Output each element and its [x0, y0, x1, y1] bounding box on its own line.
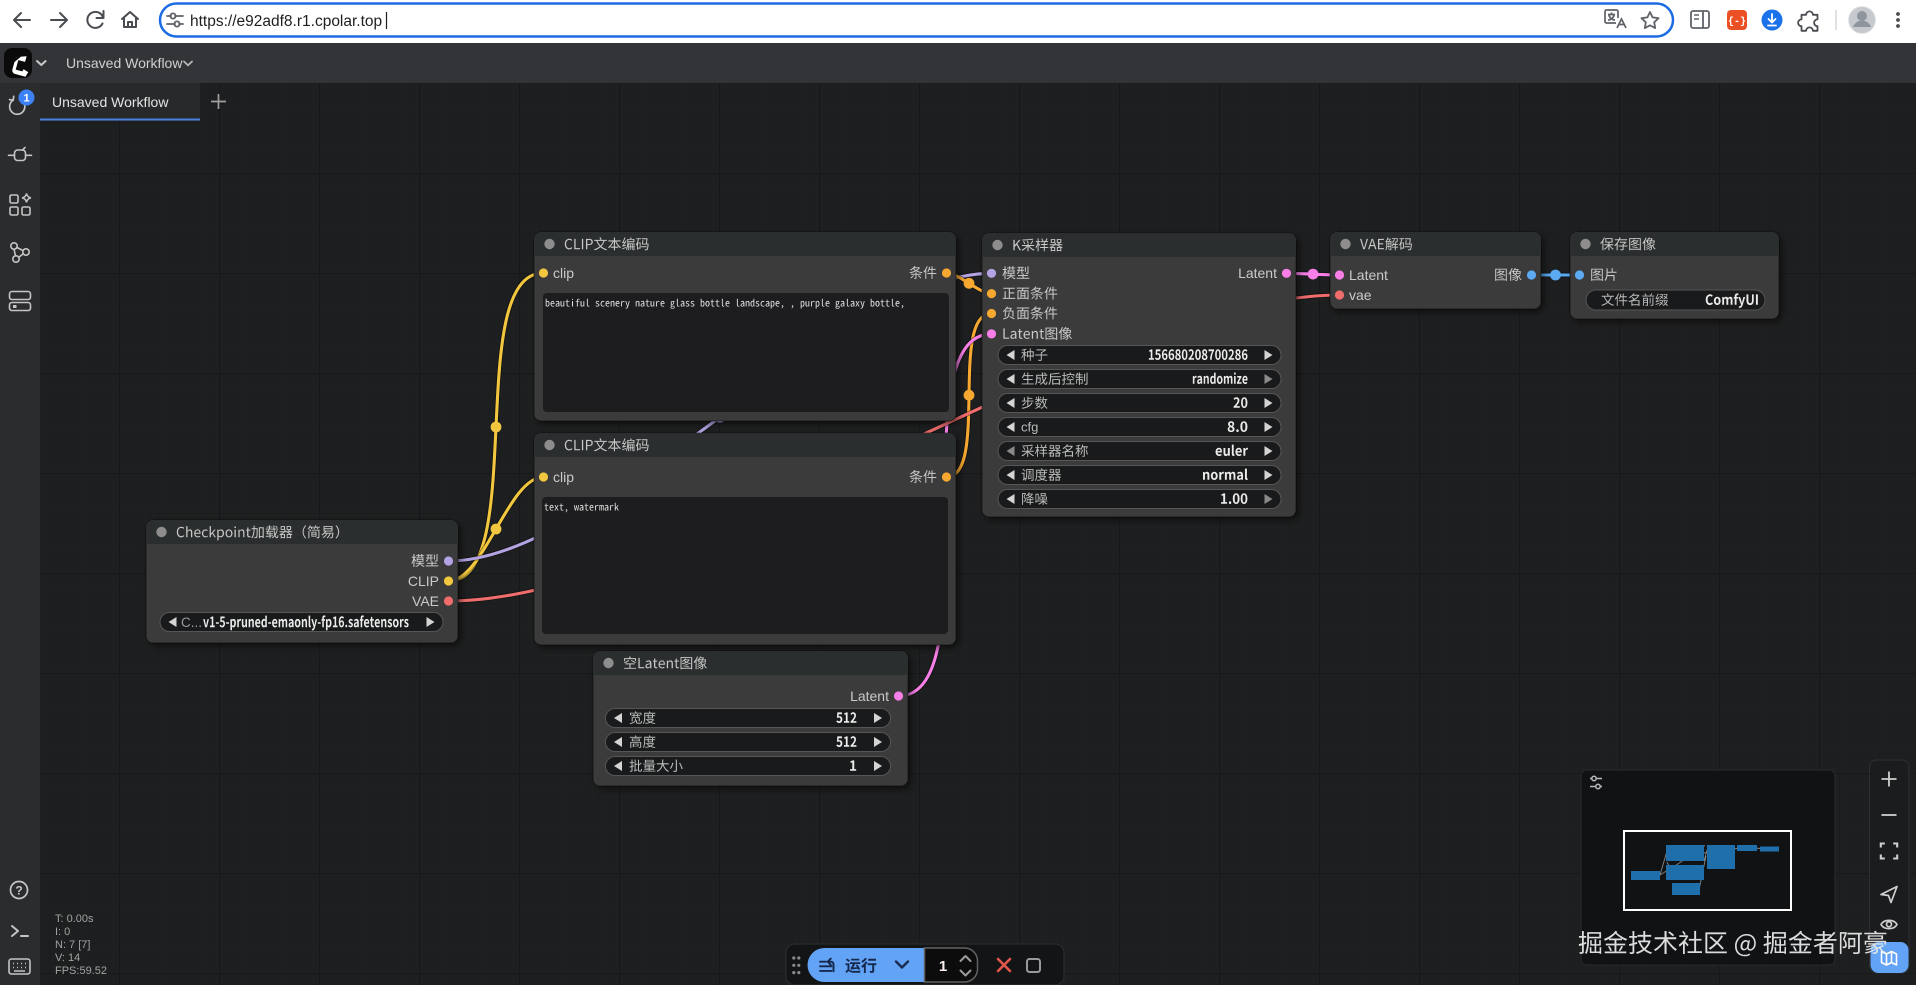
svg-text:1: 1 — [23, 93, 29, 105]
svg-text:N: 7 [7]: N: 7 [7] — [55, 939, 90, 951]
svg-text:FPS:59.52: FPS:59.52 — [55, 965, 107, 977]
svg-text:T: 0.00s: T: 0.00s — [55, 913, 94, 925]
svg-text:1: 1 — [939, 958, 947, 975]
svg-text:vae: vae — [1349, 287, 1372, 303]
svg-text:Latent: Latent — [1238, 265, 1277, 281]
svg-text:clip: clip — [553, 265, 574, 281]
svg-text:Latent: Latent — [1349, 267, 1388, 283]
svg-text:Latent: Latent — [850, 688, 889, 704]
svg-text:clip: clip — [553, 469, 574, 485]
svg-text:cfg: cfg — [1021, 420, 1038, 435]
svg-text:I: 0: I: 0 — [55, 926, 70, 938]
svg-text:Unsaved Workflow: Unsaved Workflow — [66, 55, 183, 71]
svg-text:?: ? — [15, 884, 22, 898]
svg-text:V: 14: V: 14 — [55, 952, 80, 964]
svg-text:https://e92adf8.r1.cpolar.top: https://e92adf8.r1.cpolar.top — [190, 13, 382, 30]
svg-text:VAE: VAE — [412, 593, 439, 609]
svg-text:CLIP: CLIP — [408, 573, 439, 589]
svg-text:C...: C... — [181, 615, 202, 630]
svg-text:{-}: {-} — [1728, 16, 1746, 28]
svg-text:Unsaved Workflow: Unsaved Workflow — [52, 94, 169, 110]
